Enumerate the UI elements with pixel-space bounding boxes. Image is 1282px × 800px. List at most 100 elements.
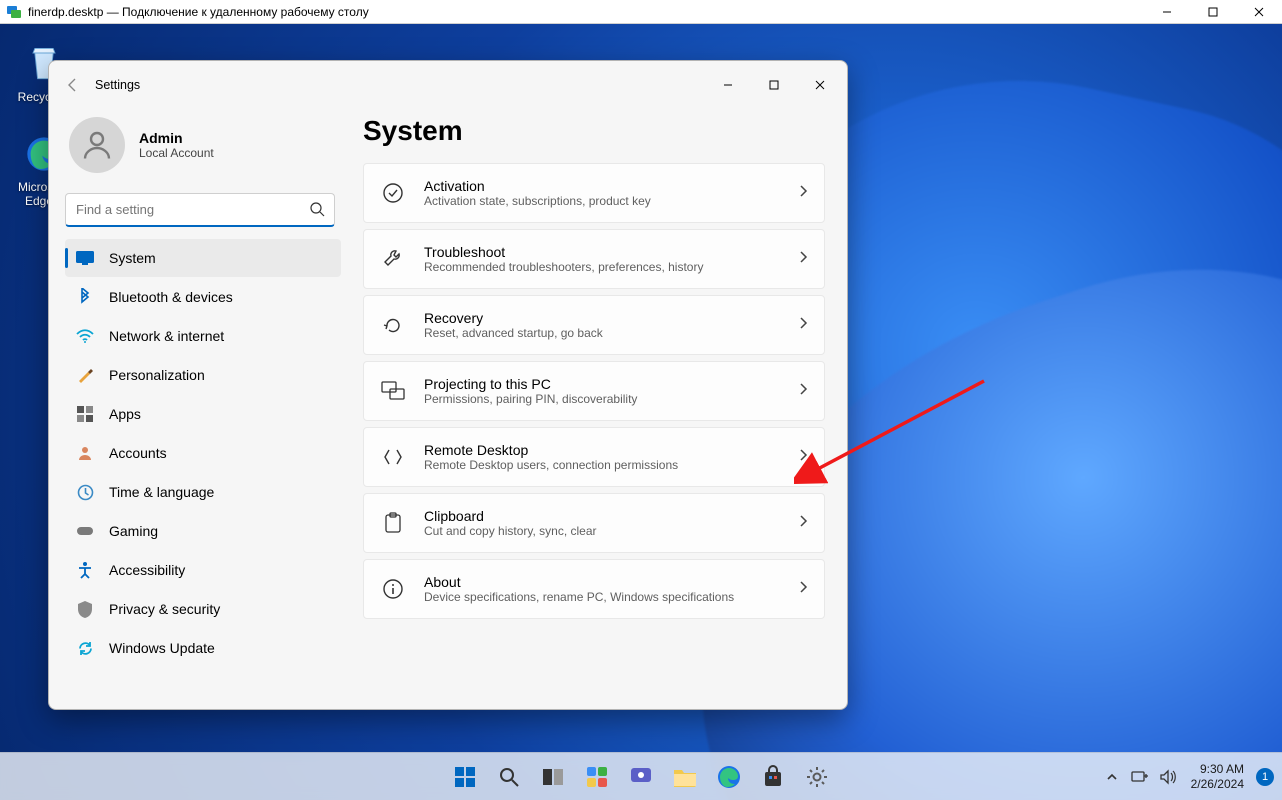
- card-title: Remote Desktop: [424, 442, 798, 458]
- taskbar-center: [445, 757, 837, 797]
- clipboard-icon: [380, 510, 406, 536]
- nav-label: Network & internet: [109, 328, 224, 344]
- info-icon: [380, 576, 406, 602]
- nav-label: System: [109, 250, 156, 266]
- card-subtitle: Activation state, subscriptions, product…: [424, 194, 798, 208]
- avatar: [69, 117, 125, 173]
- clock-time: 9:30 AM: [1191, 762, 1244, 776]
- nav-label: Privacy & security: [109, 601, 220, 617]
- wrench-icon: [380, 246, 406, 272]
- nav-label: Gaming: [109, 523, 158, 539]
- settings-maximize-button[interactable]: [751, 69, 797, 101]
- taskbar-search-button[interactable]: [489, 757, 529, 797]
- search-icon: [309, 201, 325, 222]
- nav-item-gaming[interactable]: Gaming: [65, 512, 341, 550]
- tray-overflow-button[interactable]: [1101, 757, 1123, 797]
- paintbrush-icon: [75, 365, 95, 385]
- notification-badge[interactable]: 1: [1256, 768, 1274, 786]
- clock-globe-icon: [75, 482, 95, 502]
- taskbar-clock[interactable]: 9:30 AM 2/26/2024: [1191, 762, 1244, 791]
- settings-nav: System Bluetooth & devices Network & int…: [65, 239, 341, 667]
- system-icon: [75, 248, 95, 268]
- nav-item-network[interactable]: Network & internet: [65, 317, 341, 355]
- file-explorer-button[interactable]: [665, 757, 705, 797]
- shield-icon: [75, 599, 95, 619]
- search-input[interactable]: [65, 193, 335, 227]
- card-troubleshoot[interactable]: TroubleshootRecommended troubleshooters,…: [363, 229, 825, 289]
- nav-label: Windows Update: [109, 640, 215, 656]
- settings-window: Settings Admin Local Account: [48, 60, 848, 710]
- card-subtitle: Permissions, pairing PIN, discoverabilit…: [424, 392, 798, 406]
- settings-minimize-button[interactable]: [705, 69, 751, 101]
- user-card[interactable]: Admin Local Account: [65, 109, 341, 189]
- network-tray-icon[interactable]: [1129, 757, 1151, 797]
- edge-button[interactable]: [709, 757, 749, 797]
- chevron-right-icon: [798, 250, 808, 269]
- wifi-icon: [75, 326, 95, 346]
- nav-item-personalization[interactable]: Personalization: [65, 356, 341, 394]
- nav-item-apps[interactable]: Apps: [65, 395, 341, 433]
- settings-titlebar: Settings: [49, 61, 847, 109]
- card-title: Clipboard: [424, 508, 798, 524]
- nav-label: Bluetooth & devices: [109, 289, 233, 305]
- card-remote-desktop[interactable]: Remote DesktopRemote Desktop users, conn…: [363, 427, 825, 487]
- rdp-maximize-button[interactable]: [1190, 0, 1236, 24]
- nav-item-accessibility[interactable]: Accessibility: [65, 551, 341, 589]
- card-title: Troubleshoot: [424, 244, 798, 260]
- nav-item-windows-update[interactable]: Windows Update: [65, 629, 341, 667]
- store-button[interactable]: [753, 757, 793, 797]
- chevron-right-icon: [798, 514, 808, 533]
- taskbar: 9:30 AM 2/26/2024 1: [0, 752, 1282, 800]
- settings-close-button[interactable]: [797, 69, 843, 101]
- rdp-minimize-button[interactable]: [1144, 0, 1190, 24]
- bluetooth-icon: [75, 287, 95, 307]
- card-title: Recovery: [424, 310, 798, 326]
- widgets-button[interactable]: [577, 757, 617, 797]
- remote-desktop-icon: [380, 444, 406, 470]
- rdp-close-button[interactable]: [1236, 0, 1282, 24]
- card-subtitle: Recommended troubleshooters, preferences…: [424, 260, 798, 274]
- start-button[interactable]: [445, 757, 485, 797]
- chevron-right-icon: [798, 184, 808, 203]
- nav-label: Accounts: [109, 445, 167, 461]
- back-button[interactable]: [53, 65, 93, 105]
- card-subtitle: Reset, advanced startup, go back: [424, 326, 798, 340]
- update-icon: [75, 638, 95, 658]
- chevron-right-icon: [798, 382, 808, 401]
- accessibility-icon: [75, 560, 95, 580]
- notification-count: 1: [1262, 771, 1268, 783]
- nav-label: Time & language: [109, 484, 214, 500]
- settings-window-title: Settings: [93, 78, 705, 92]
- card-clipboard[interactable]: ClipboardCut and copy history, sync, cle…: [363, 493, 825, 553]
- page-title: System: [363, 115, 825, 147]
- settings-content[interactable]: System ActivationActivation state, subsc…: [349, 109, 847, 709]
- nav-label: Personalization: [109, 367, 205, 383]
- nav-item-privacy[interactable]: Privacy & security: [65, 590, 341, 628]
- nav-item-time-language[interactable]: Time & language: [65, 473, 341, 511]
- chevron-right-icon: [798, 316, 808, 335]
- card-title: Activation: [424, 178, 798, 194]
- card-title: About: [424, 574, 798, 590]
- nav-label: Apps: [109, 406, 141, 422]
- chevron-right-icon: [798, 448, 808, 467]
- nav-item-bluetooth[interactable]: Bluetooth & devices: [65, 278, 341, 316]
- card-projecting[interactable]: Projecting to this PCPermissions, pairin…: [363, 361, 825, 421]
- settings-taskbar-button[interactable]: [797, 757, 837, 797]
- recovery-icon: [380, 312, 406, 338]
- card-about[interactable]: AboutDevice specifications, rename PC, W…: [363, 559, 825, 619]
- remote-desktop-area: Recycle... Microso... Edge... Settings: [0, 24, 1282, 800]
- nav-item-system[interactable]: System: [65, 239, 341, 277]
- system-tray: 9:30 AM 2/26/2024 1: [1101, 757, 1274, 797]
- nav-item-accounts[interactable]: Accounts: [65, 434, 341, 472]
- check-circle-icon: [380, 180, 406, 206]
- task-view-button[interactable]: [533, 757, 573, 797]
- rdp-window-title: finerdp.desktp — Подключение к удаленном…: [28, 5, 1144, 19]
- chat-button[interactable]: [621, 757, 661, 797]
- card-activation[interactable]: ActivationActivation state, subscription…: [363, 163, 825, 223]
- person-icon: [75, 443, 95, 463]
- rdp-titlebar: finerdp.desktp — Подключение к удаленном…: [0, 0, 1282, 24]
- nav-label: Accessibility: [109, 562, 185, 578]
- volume-tray-icon[interactable]: [1157, 757, 1179, 797]
- card-recovery[interactable]: RecoveryReset, advanced startup, go back: [363, 295, 825, 355]
- card-subtitle: Device specifications, rename PC, Window…: [424, 590, 798, 604]
